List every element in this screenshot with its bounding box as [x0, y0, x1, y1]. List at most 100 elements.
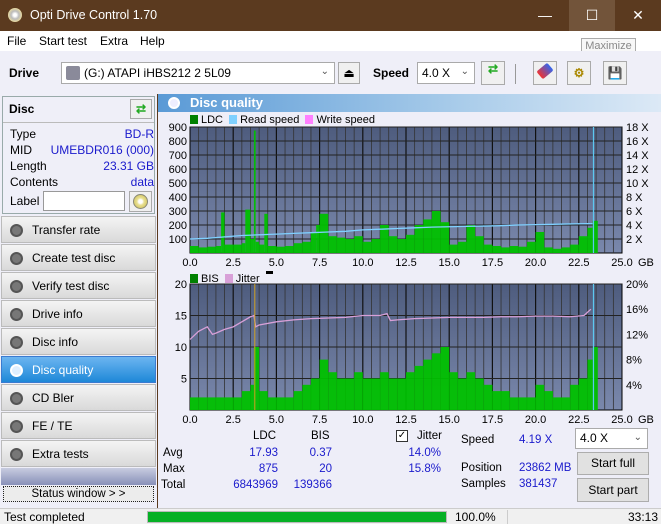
nav-item-label: Create test disc — [32, 251, 116, 265]
bis-bar — [457, 378, 467, 410]
ldc-bar — [345, 239, 355, 253]
x-tick-label: 15.0 — [438, 257, 459, 269]
label-disc-button[interactable] — [129, 191, 152, 212]
drive-value: (G:) ATAPI iHBS212 2 5L09 — [84, 66, 231, 80]
speed-label: Speed — [461, 434, 495, 446]
nav-item-create-test-disc[interactable]: Create test disc — [1, 244, 156, 271]
x-tick-label: 17.5 — [482, 414, 503, 424]
y2-tick-label: 12% — [626, 329, 648, 341]
bis-bar — [267, 397, 277, 410]
ldc-bar — [241, 243, 246, 253]
jitter-checkbox[interactable]: ✓ — [396, 430, 408, 442]
status-bar: Test completed 100.0% 33:13 — [0, 508, 661, 524]
speed-select[interactable]: 4.0 X ⌄ — [417, 62, 475, 84]
type-value: BD-R — [124, 127, 154, 141]
save-button[interactable]: 💾 — [603, 61, 627, 85]
disc-refresh-button[interactable]: ⇄ — [130, 99, 152, 119]
status-text: Test completed — [4, 510, 85, 524]
app-icon — [8, 8, 22, 22]
drive-icon — [66, 66, 80, 80]
chevron-down-icon: ⌄ — [633, 432, 642, 443]
settings-button[interactable]: ⚙ — [567, 61, 591, 85]
drive-select[interactable]: (G:) ATAPI iHBS212 2 5L09 ⌄ — [61, 62, 335, 84]
bis-bar — [570, 384, 579, 410]
bis-bar — [224, 397, 234, 410]
disc-panel: Disc ⇄ Type BD-R MID UMEBDR016 (000) Lengt… — [2, 96, 155, 214]
y-tick-label: 500 — [169, 178, 187, 190]
start-full-button[interactable]: Start full — [577, 452, 649, 475]
nav-item-disc-info[interactable]: Disc info — [1, 328, 156, 355]
contents-value: data — [130, 175, 154, 189]
ldc-bar — [293, 243, 303, 253]
menu-start-test[interactable]: Start test — [39, 34, 87, 48]
nav-item-label: CD Bler — [32, 391, 75, 405]
disc-tool-icon — [10, 308, 23, 321]
x-tick-label: 12.5 — [395, 414, 416, 424]
chevron-down-icon: ⌄ — [320, 66, 329, 77]
start-part-button[interactable]: Start part — [577, 478, 649, 502]
menu-file[interactable]: File — [7, 34, 26, 48]
bis-bar — [276, 397, 286, 410]
bis-bar — [388, 378, 398, 410]
disc-tool-icon — [10, 252, 23, 265]
nav-item-label: Transfer rate — [32, 223, 101, 237]
samples-label: Samples — [461, 478, 506, 490]
bis-bar — [380, 372, 389, 410]
nav-item-extra-tests[interactable]: Extra tests — [1, 440, 156, 467]
y-tick-label: 600 — [169, 164, 187, 176]
bis-bar — [362, 378, 372, 410]
menu-help[interactable]: Help — [140, 34, 165, 48]
jitter-avg: 14.0% — [408, 447, 441, 459]
bis-max: 20 — [319, 463, 332, 475]
nav-item-drive-info[interactable]: Drive info — [1, 300, 156, 327]
ldc-bar — [483, 244, 493, 253]
x-tick-label: 25.0 — [611, 414, 632, 424]
bis-bar — [190, 397, 199, 410]
col-bis-header: BIS — [311, 430, 330, 442]
toolbar-divider — [515, 64, 516, 84]
refresh-button[interactable]: ⇄ — [481, 61, 505, 85]
progress-fill — [148, 512, 446, 522]
x-tick-label: 25.0 — [611, 257, 632, 269]
nav-item-fe-te[interactable]: FE / TE — [1, 412, 156, 439]
eject-button[interactable]: ⏏ — [338, 62, 360, 84]
test-speed-select[interactable]: 4.0 X ⌄ — [575, 428, 648, 449]
nav-item-verify-test-disc[interactable]: Verify test disc — [1, 272, 156, 299]
y2-tick-label: 16 X — [626, 136, 649, 148]
ldc-bar — [362, 241, 372, 253]
bis-bar — [526, 397, 536, 410]
y-tick-label: 700 — [169, 150, 187, 162]
bis-bar — [328, 372, 337, 410]
disc-tool-icon — [10, 420, 23, 433]
erase-button[interactable] — [533, 61, 557, 85]
eraser-icon — [536, 62, 554, 80]
x-tick-label: 0.0 — [182, 257, 197, 269]
nav-item-disc-quality[interactable]: Disc quality — [1, 356, 156, 383]
nav-item-transfer-rate[interactable]: Transfer rate — [1, 216, 156, 243]
x-tick-label: 7.5 — [312, 257, 327, 269]
ldc-bar — [276, 246, 286, 253]
nav-item-cd-bler[interactable]: CD Bler — [1, 384, 156, 411]
menu-bar: File Start test Extra Help — [0, 31, 661, 51]
bis-bar — [250, 384, 254, 410]
close-button[interactable]: ✕ — [615, 0, 661, 31]
y2-tick-label: 6 X — [626, 206, 643, 218]
length-label: Length — [10, 159, 47, 173]
y2-tick-label: 8 X — [626, 192, 643, 204]
disc-quality-panel: Disc quality LDC Read speed Write speed … — [158, 94, 661, 508]
y2-tick-label: 8% — [626, 355, 642, 367]
minimize-button[interactable]: — — [522, 0, 568, 31]
disc-tool-icon — [10, 280, 23, 293]
y2-tick-label: 18 X — [626, 122, 649, 134]
ldc-bar — [388, 236, 398, 253]
y-tick-label: 300 — [169, 206, 187, 218]
label-input[interactable] — [43, 191, 125, 211]
status-window-button[interactable]: Status window > > — [3, 486, 154, 502]
elapsed-time: 33:13 — [628, 510, 659, 524]
bis-bar — [552, 397, 562, 410]
menu-extra[interactable]: Extra — [100, 34, 128, 48]
y-tick-label: 10 — [175, 342, 187, 354]
divider — [3, 122, 154, 123]
bis-bar — [293, 391, 303, 410]
maximize-button[interactable]: ☐ — [569, 0, 615, 31]
